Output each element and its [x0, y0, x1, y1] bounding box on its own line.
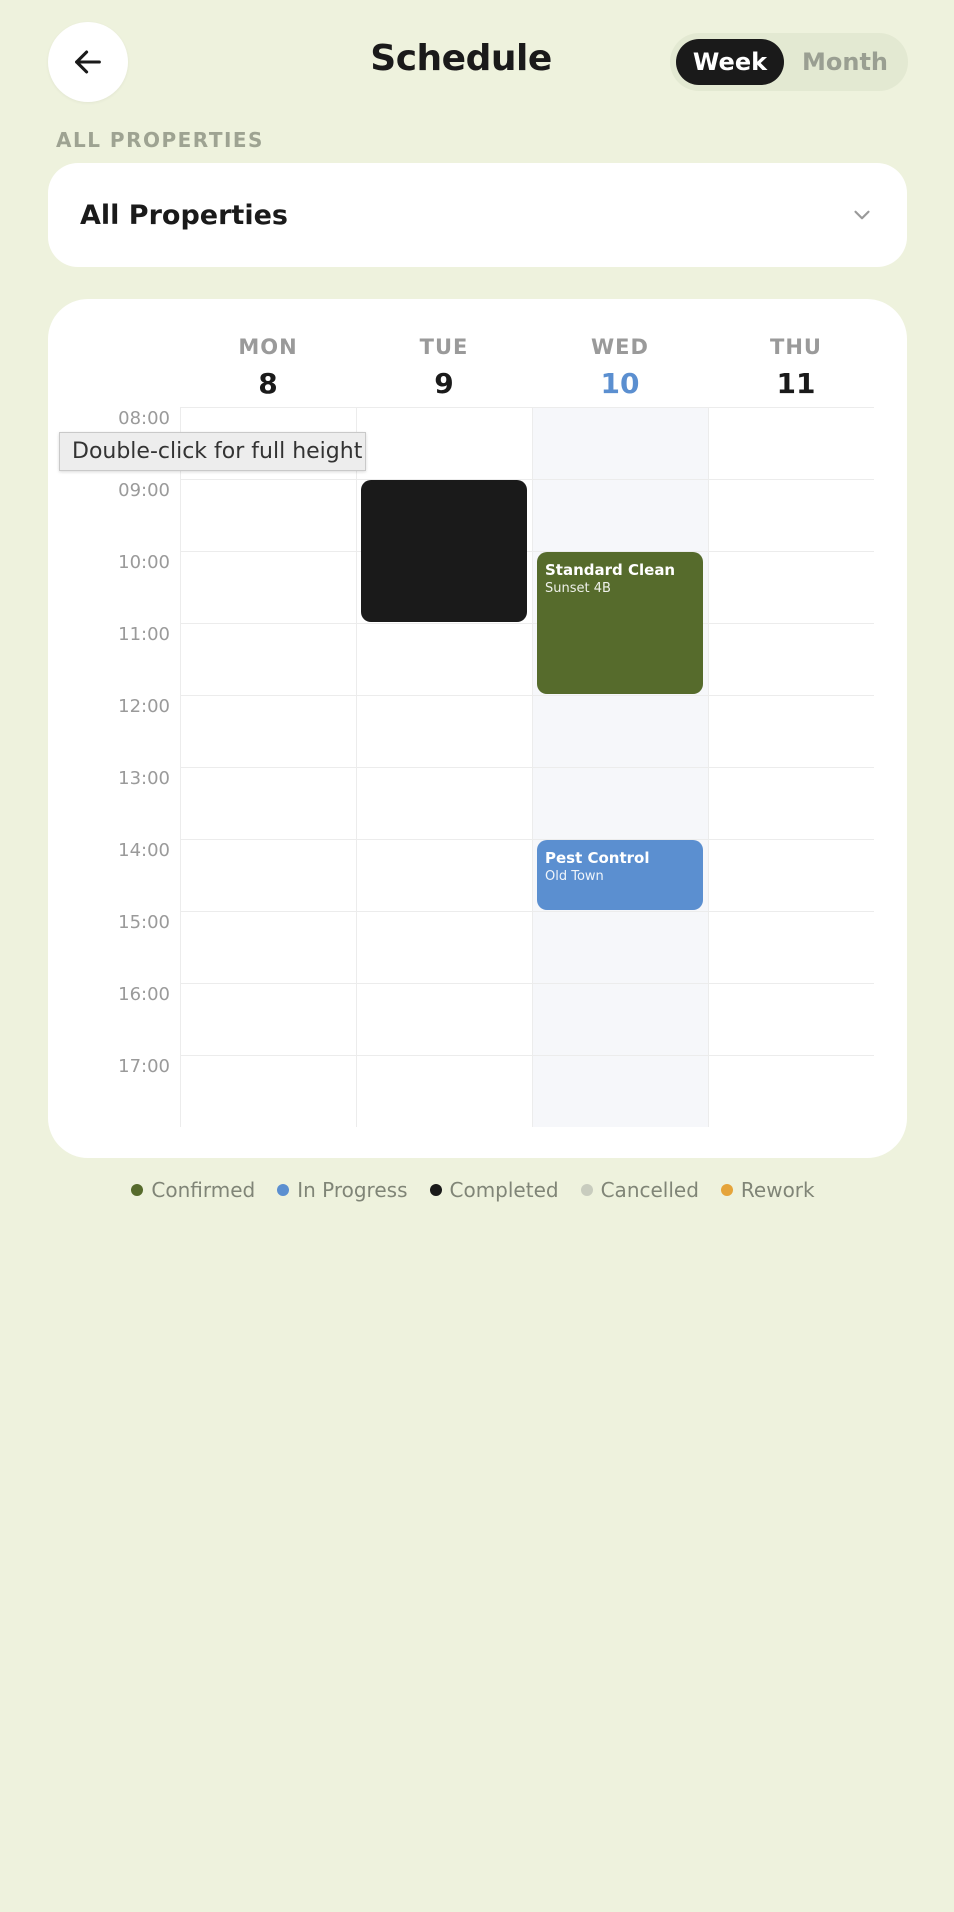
hour-gridline — [180, 479, 874, 480]
status-dot-icon — [429, 1184, 442, 1196]
time-label: 17:00 — [118, 1056, 170, 1077]
status-dot-icon — [131, 1184, 144, 1196]
hour-gridline — [180, 1055, 874, 1056]
time-label: 08:00 — [118, 408, 170, 429]
day-name: THU — [770, 335, 822, 359]
legend-label: Confirmed — [151, 1178, 256, 1202]
day-number: 8 — [258, 367, 278, 400]
status-legend: Confirmed In Progress Completed Cancelled Re… — [0, 1178, 954, 1202]
chevron-down-icon — [854, 210, 870, 220]
time-label: 09:00 — [118, 480, 170, 501]
hour-gridline — [180, 839, 874, 840]
time-label: 13:00 — [118, 768, 170, 789]
day-name: MON — [238, 335, 298, 359]
legend-item: Completed — [429, 1178, 559, 1202]
event-location: Sunset 4B — [545, 581, 611, 596]
day-header-mon[interactable]: MON 8 — [180, 335, 356, 400]
property-select[interactable]: All Properties — [48, 163, 907, 267]
hour-gridline — [180, 623, 874, 624]
calendar-grid: Standard Clean Sunset 4B Pest Control Old T… — [180, 407, 874, 1127]
hour-gridline — [180, 695, 874, 696]
time-label: 11:00 — [118, 624, 170, 645]
day-header-tue[interactable]: TUE 9 — [356, 335, 532, 400]
hour-gridline — [180, 911, 874, 912]
hour-gridline — [180, 983, 874, 984]
status-dot-icon — [720, 1184, 733, 1196]
event-block[interactable]: Pest Control Old Town — [537, 840, 703, 910]
hour-gridline — [180, 551, 874, 552]
day-number: 11 — [776, 367, 816, 400]
time-label: 16:00 — [118, 984, 170, 1005]
day-number: 10 — [600, 367, 640, 400]
tab-week[interactable]: Week — [676, 39, 784, 85]
event-location: Old Town — [545, 869, 604, 884]
time-label: 15:00 — [118, 912, 170, 933]
legend-item: In Progress — [277, 1178, 408, 1202]
view-toggle: Week Month — [670, 33, 908, 91]
legend-label: Cancelled — [600, 1178, 699, 1202]
time-label: 10:00 — [118, 552, 170, 573]
properties-section-label: ALL PROPERTIES — [56, 128, 264, 152]
time-label: 14:00 — [118, 840, 170, 861]
event-title: Pest Control — [545, 849, 650, 867]
legend-item: Rework — [720, 1178, 815, 1202]
legend-item: Confirmed — [131, 1178, 255, 1202]
tooltip: Double-click for full height — [59, 432, 366, 471]
legend-label: Rework — [740, 1178, 815, 1202]
legend-item: Cancelled — [580, 1178, 699, 1202]
header: Schedule Week Month — [0, 0, 954, 130]
status-dot-icon — [277, 1184, 290, 1196]
tab-month[interactable]: Month — [788, 39, 902, 85]
event-block[interactable] — [361, 480, 527, 622]
time-label: 12:00 — [118, 696, 170, 717]
day-number: 9 — [434, 367, 454, 400]
hour-gridline — [180, 767, 874, 768]
day-header-thu[interactable]: THU 11 — [708, 335, 884, 400]
calendar-card: MON 8 TUE 9 WED 10 THU 11 08:00 09:00 10:00 11:00 1… — [48, 299, 907, 1158]
status-dot-icon — [580, 1184, 593, 1196]
legend-label: In Progress — [297, 1178, 408, 1202]
day-name: WED — [591, 335, 649, 359]
event-block[interactable]: Standard Clean Sunset 4B — [537, 552, 703, 694]
hour-gridline — [180, 407, 874, 408]
legend-label: Completed — [449, 1178, 559, 1202]
day-header-wed[interactable]: WED 10 — [532, 335, 708, 400]
day-name: TUE — [419, 335, 469, 359]
event-title: Standard Clean — [545, 561, 676, 579]
property-select-value: All Properties — [80, 199, 288, 231]
